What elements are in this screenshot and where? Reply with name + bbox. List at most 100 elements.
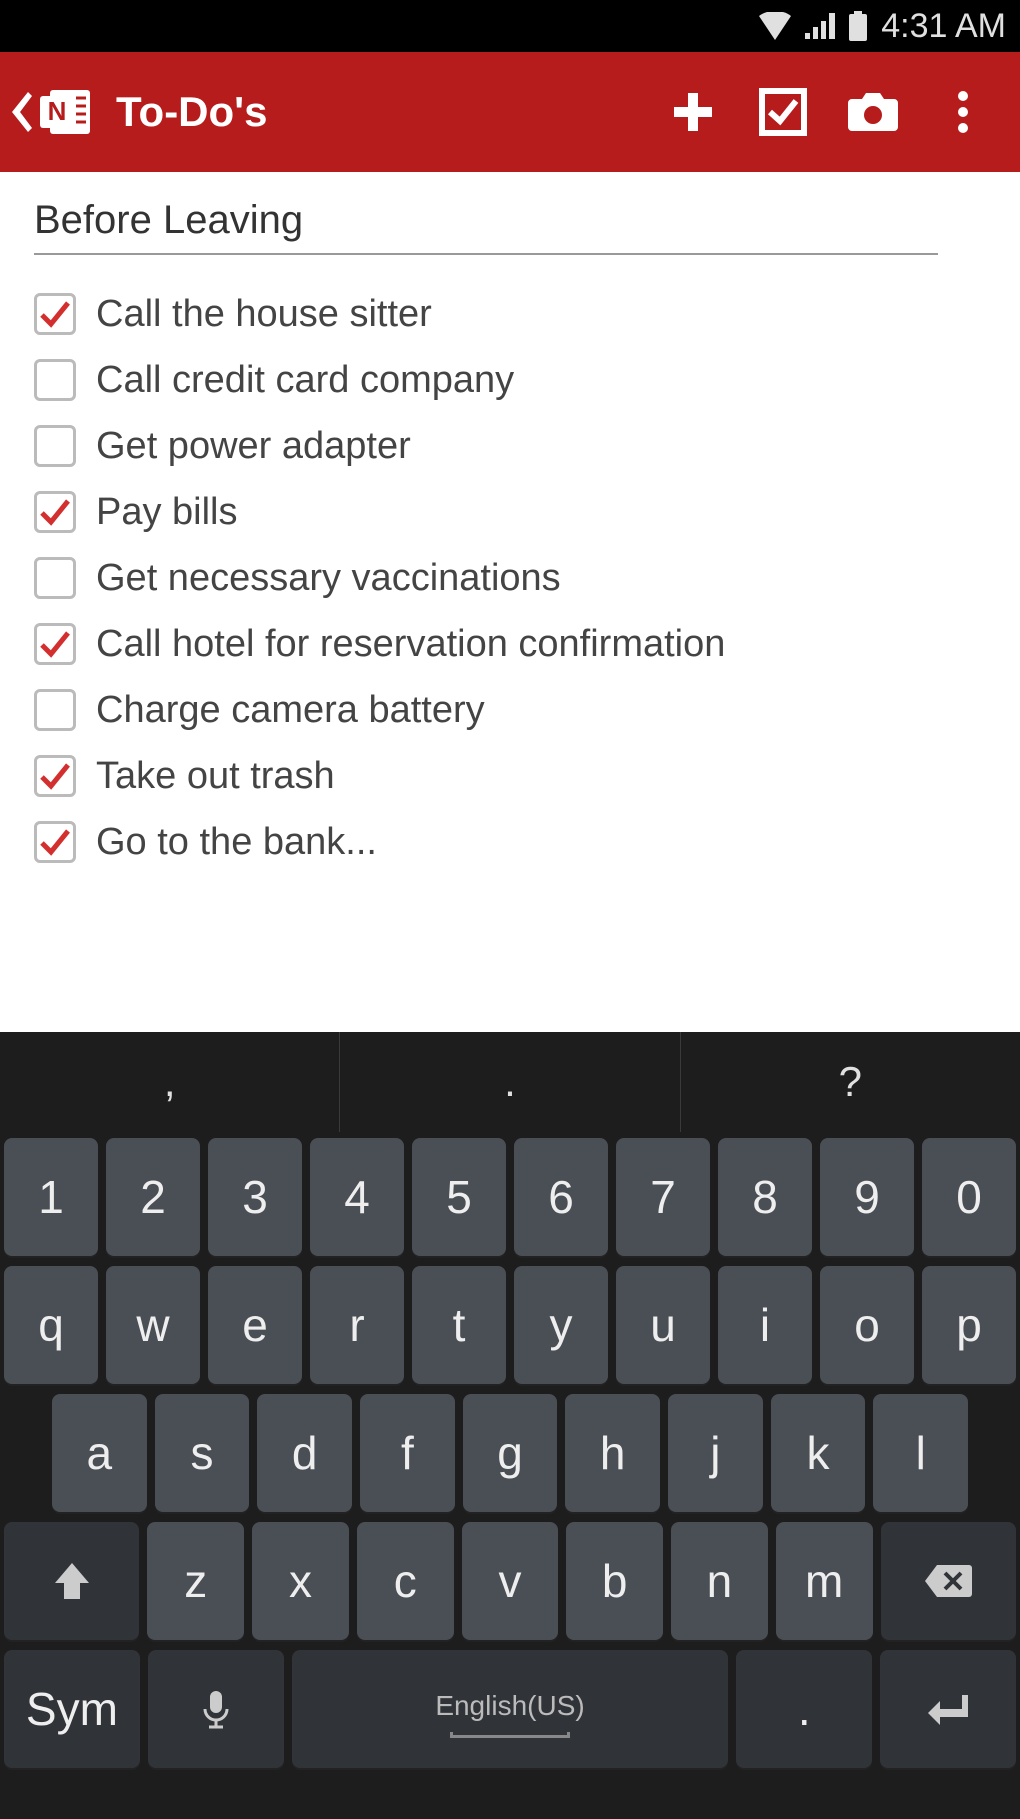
key-2[interactable]: 2 — [106, 1138, 200, 1256]
key-r[interactable]: r — [310, 1266, 404, 1384]
todo-item[interactable]: Take out trash — [34, 747, 986, 805]
key-3[interactable]: 3 — [208, 1138, 302, 1256]
todo-item[interactable]: Get power adapter — [34, 417, 986, 475]
todo-checkbox[interactable] — [34, 425, 76, 467]
key-0[interactable]: 0 — [922, 1138, 1016, 1256]
svg-text:N: N — [48, 96, 67, 126]
key-5[interactable]: 5 — [412, 1138, 506, 1256]
onenote-icon: N — [38, 84, 94, 140]
todo-item[interactable]: Call hotel for reservation confirmation — [34, 615, 986, 673]
suggestion-cell[interactable]: , — [0, 1032, 340, 1132]
overflow-icon — [957, 90, 969, 134]
shift-key[interactable] — [4, 1522, 139, 1640]
key-m[interactable]: m — [776, 1522, 873, 1640]
todo-checkbox[interactable] — [34, 755, 76, 797]
signal-icon — [805, 13, 835, 39]
key-e[interactable]: e — [208, 1266, 302, 1384]
key-6[interactable]: 6 — [514, 1138, 608, 1256]
todo-checkbox[interactable] — [34, 359, 76, 401]
todo-label[interactable]: Go to the bank... — [96, 821, 377, 864]
key-h[interactable]: h — [565, 1394, 660, 1512]
suggestion-cell[interactable]: ? — [681, 1032, 1020, 1132]
todo-label[interactable]: Call the house sitter — [96, 293, 432, 336]
page-title: To-Do's — [116, 88, 268, 136]
space-key[interactable]: English(US) — [292, 1650, 729, 1768]
check-icon — [38, 759, 72, 793]
todo-label[interactable]: Get necessary vaccinations — [96, 557, 561, 600]
key-x[interactable]: x — [252, 1522, 349, 1640]
key-n[interactable]: n — [671, 1522, 768, 1640]
period-key[interactable]: . — [736, 1650, 872, 1768]
key-p[interactable]: p — [922, 1266, 1016, 1384]
key-4[interactable]: 4 — [310, 1138, 404, 1256]
todo-checkbox[interactable] — [34, 293, 76, 335]
note-body[interactable]: Call the house sitter Call credit card co… — [0, 172, 1020, 1032]
todo-checkbox[interactable] — [34, 557, 76, 599]
todo-label[interactable]: Call credit card company — [96, 359, 514, 402]
todo-item[interactable]: Call credit card company — [34, 351, 986, 409]
space-label: English(US) — [435, 1690, 584, 1722]
suggestion-cell[interactable]: . — [340, 1032, 680, 1132]
key-c[interactable]: c — [357, 1522, 454, 1640]
key-1[interactable]: 1 — [4, 1138, 98, 1256]
key-a[interactable]: a — [52, 1394, 147, 1512]
key-j[interactable]: j — [668, 1394, 763, 1512]
todo-item[interactable]: Call the house sitter — [34, 285, 986, 343]
todo-label[interactable]: Call hotel for reservation confirmation — [96, 623, 725, 666]
plus-icon — [670, 89, 716, 135]
key-u[interactable]: u — [616, 1266, 710, 1384]
key-w[interactable]: w — [106, 1266, 200, 1384]
todo-checkbox[interactable] — [34, 623, 76, 665]
todo-item[interactable]: Charge camera battery — [34, 681, 986, 739]
status-bar: 4:31 AM — [0, 0, 1020, 52]
camera-icon — [846, 91, 900, 133]
enter-icon — [926, 1691, 970, 1727]
overflow-button[interactable] — [918, 90, 1008, 134]
key-9[interactable]: 9 — [820, 1138, 914, 1256]
key-v[interactable]: v — [462, 1522, 559, 1640]
key-z[interactable]: z — [147, 1522, 244, 1640]
check-icon — [38, 627, 72, 661]
status-time: 4:31 AM — [881, 7, 1006, 46]
key-7[interactable]: 7 — [616, 1138, 710, 1256]
todo-checkbox[interactable] — [34, 689, 76, 731]
todo-label[interactable]: Pay bills — [96, 491, 238, 534]
todo-checkbox[interactable] — [34, 821, 76, 863]
wifi-icon — [759, 12, 791, 40]
check-icon — [38, 825, 72, 859]
mic-icon — [199, 1687, 233, 1731]
key-t[interactable]: t — [412, 1266, 506, 1384]
key-f[interactable]: f — [360, 1394, 455, 1512]
keyboard: ,.? 1234567890 qwertyuiop asdfghjkl zxcv… — [0, 1032, 1020, 1819]
back-button[interactable]: N — [12, 84, 94, 140]
battery-icon — [849, 11, 867, 41]
checkbox-button[interactable] — [738, 87, 828, 137]
enter-key[interactable] — [880, 1650, 1016, 1768]
key-k[interactable]: k — [771, 1394, 866, 1512]
backspace-key[interactable] — [881, 1522, 1016, 1640]
key-8[interactable]: 8 — [718, 1138, 812, 1256]
key-b[interactable]: b — [566, 1522, 663, 1640]
note-title-input[interactable] — [34, 198, 938, 255]
camera-button[interactable] — [828, 91, 918, 133]
key-y[interactable]: y — [514, 1266, 608, 1384]
sym-key[interactable]: Sym — [4, 1650, 140, 1768]
checkbox-icon — [758, 87, 808, 137]
mic-key[interactable] — [148, 1650, 284, 1768]
todo-label[interactable]: Take out trash — [96, 755, 335, 798]
add-button[interactable] — [648, 89, 738, 135]
shift-icon — [53, 1561, 91, 1601]
todo-label[interactable]: Get power adapter — [96, 425, 411, 468]
key-q[interactable]: q — [4, 1266, 98, 1384]
todo-item[interactable]: Get necessary vaccinations — [34, 549, 986, 607]
todo-checkbox[interactable] — [34, 491, 76, 533]
todo-item[interactable]: Pay bills — [34, 483, 986, 541]
key-l[interactable]: l — [873, 1394, 968, 1512]
key-s[interactable]: s — [155, 1394, 250, 1512]
key-i[interactable]: i — [718, 1266, 812, 1384]
todo-label[interactable]: Charge camera battery — [96, 689, 485, 732]
key-o[interactable]: o — [820, 1266, 914, 1384]
key-d[interactable]: d — [257, 1394, 352, 1512]
todo-item[interactable]: Go to the bank... — [34, 813, 986, 871]
key-g[interactable]: g — [463, 1394, 558, 1512]
